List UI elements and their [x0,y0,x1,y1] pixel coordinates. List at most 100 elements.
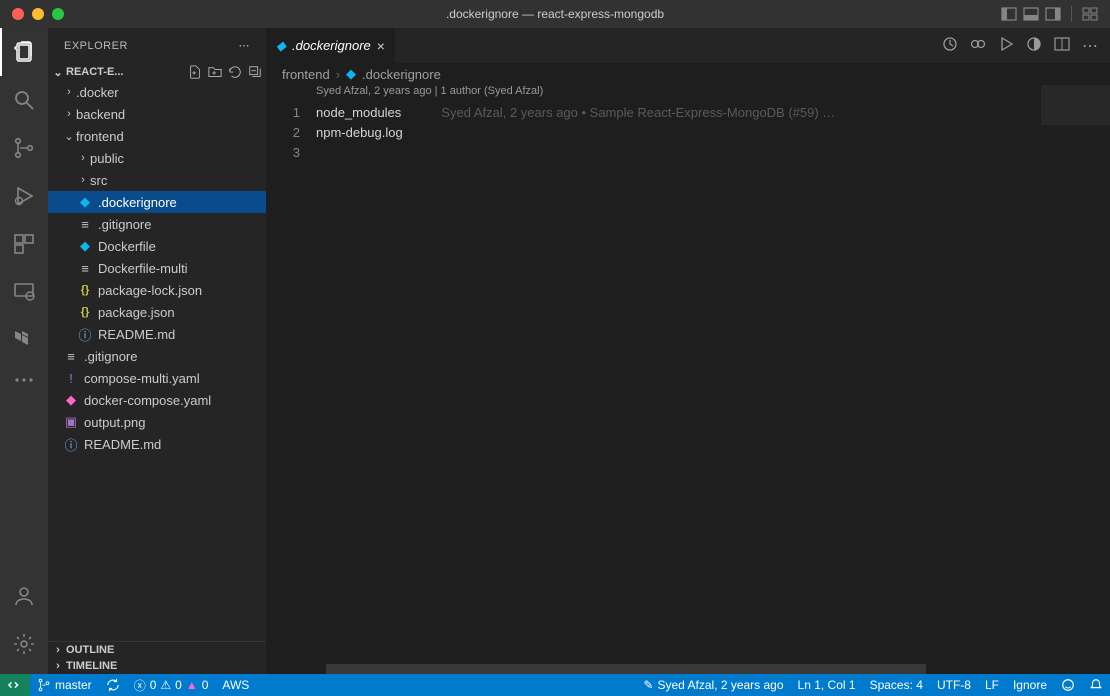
editor-body[interactable]: 1 2 3 Syed Afzal, 2 years ago | 1 author… [266,85,1110,664]
info-icon: ⓘ [76,325,94,344]
tree-file-output-png[interactable]: ▣output.png [48,411,266,433]
error-count: 0 [150,678,157,692]
file-icon: ≡ [76,217,94,232]
cursor-position-status[interactable]: Ln 1, Col 1 [791,678,863,692]
remote-indicator[interactable] [0,674,30,696]
warning-count: 0 [175,678,182,692]
accounts-activity[interactable] [0,572,48,620]
history-icon[interactable] [942,36,958,56]
source-control-activity[interactable] [0,124,48,172]
image-icon: ▣ [62,414,80,430]
breadcrumb-seg[interactable]: .dockerignore [362,67,441,82]
aws-status[interactable]: AWS [215,674,256,696]
explorer-activity[interactable] [0,28,48,76]
toggle-panel-icon[interactable] [1023,6,1039,22]
tree-file-root-gitignore[interactable]: ≡.gitignore [48,345,266,367]
close-window-button[interactable] [12,8,24,20]
git-branch-status[interactable]: master [30,674,99,696]
timeline-label: TIMELINE [66,660,117,672]
scrollbar-thumb[interactable] [326,664,926,674]
tree-file-root-readme[interactable]: ⓘREADME.md [48,433,266,455]
project-section-header[interactable]: ⌄ REACT-E... [48,63,266,81]
line-number: 3 [266,143,300,163]
search-activity[interactable] [0,76,48,124]
minimap[interactable] [1040,85,1110,664]
tree-file-dockerfile-multi[interactable]: ≡Dockerfile-multi [48,257,266,279]
chevron-right-icon: › [52,644,64,656]
terraform-activity[interactable] [0,316,48,364]
activity-bar [0,28,48,674]
editor-tab[interactable]: ◆ .dockerignore × [266,28,395,63]
split-editor-icon[interactable] [1054,36,1070,56]
tree-file-docker-compose[interactable]: ◆docker-compose.yaml [48,389,266,411]
tree-file-compose-multi[interactable]: !compose-multi.yaml [48,367,266,389]
window-title: .dockerignore — react-express-mongodb [446,7,664,21]
toggle-primary-sidebar-icon[interactable] [1001,6,1017,22]
inline-blame: Syed Afzal, 2 years ago • Sample React-E… [441,105,835,120]
extensions-activity[interactable] [0,220,48,268]
tree-folder-frontend[interactable]: ⌄frontend [48,125,266,147]
tree-file-package[interactable]: {}package.json [48,301,266,323]
encoding-status[interactable]: UTF-8 [930,678,978,692]
settings-activity[interactable] [0,620,48,668]
sidebar-header: EXPLORER ⋯ [48,28,266,63]
tree-folder-docker[interactable]: ›.docker [48,81,266,103]
run-icon[interactable] [998,36,1014,56]
line-number-gutter: 1 2 3 [266,85,316,664]
divider [1071,6,1072,22]
timeline-section[interactable]: ›TIMELINE [48,658,266,674]
code-text [316,143,1040,163]
breadcrumb-seg[interactable]: frontend [282,67,330,82]
eol-status[interactable]: LF [978,678,1006,692]
horizontal-scrollbar[interactable] [266,664,1110,674]
statusbar: master ⓧ0 ⚠0 ▲0 AWS ✎Syed Afzal, 2 years… [0,674,1110,696]
minimap-slider[interactable] [1041,85,1110,125]
chevron-down-icon: ⌄ [52,66,64,79]
explorer-more-icon[interactable]: ⋯ [239,39,251,52]
notifications-icon[interactable] [1082,678,1110,692]
tree-folder-backend[interactable]: ›backend [48,103,266,125]
sync-status[interactable] [99,674,127,696]
breadcrumbs[interactable]: frontend › ◆ .dockerignore [266,63,1110,85]
code-content[interactable]: Syed Afzal, 2 years ago | 1 author (Syed… [316,85,1040,664]
new-folder-icon[interactable] [208,65,222,79]
minimize-window-button[interactable] [32,8,44,20]
maximize-window-button[interactable] [52,8,64,20]
tree-folder-public[interactable]: ›public [48,147,266,169]
indentation-status[interactable]: Spaces: 4 [863,678,930,692]
tree-file-dockerignore[interactable]: ◆.dockerignore [48,191,266,213]
yaml-icon: ! [62,371,80,386]
editor-actions: ⋯ [942,36,1110,56]
collapse-all-icon[interactable] [248,65,262,79]
toggle-icon[interactable] [1026,36,1042,56]
toggle-secondary-sidebar-icon[interactable] [1045,6,1061,22]
chevron-right-icon: › [336,67,340,82]
tree-file-readme[interactable]: ⓘREADME.md [48,323,266,345]
refresh-icon[interactable] [228,65,242,79]
more-activity[interactable] [0,364,48,396]
close-tab-icon[interactable]: × [377,38,385,54]
more-editor-actions-icon[interactable]: ⋯ [1082,36,1098,56]
new-file-icon[interactable] [188,65,202,79]
language-mode-status[interactable]: Ignore [1006,678,1054,692]
chevron-down-icon: ⌄ [62,130,76,143]
tree-file-package-lock[interactable]: {}package-lock.json [48,279,266,301]
sidebar: EXPLORER ⋯ ⌄ REACT-E... ›.docker ›backen… [48,28,266,674]
tree-folder-src[interactable]: ›src [48,169,266,191]
json-icon: {} [76,306,94,318]
compose-icon: ◆ [62,392,80,408]
line-number: 1 [266,103,300,123]
tree-file-gitignore[interactable]: ≡.gitignore [48,213,266,235]
problems-status[interactable]: ⓧ0 ⚠0 ▲0 [127,674,216,696]
outline-label: OUTLINE [66,644,114,656]
codelens-authors[interactable]: Syed Afzal, 2 years ago | 1 author (Syed… [316,85,1040,103]
feedback-icon[interactable] [1054,678,1082,692]
blame-status[interactable]: ✎Syed Afzal, 2 years ago [636,678,790,692]
run-debug-activity[interactable] [0,172,48,220]
outline-section[interactable]: ›OUTLINE [48,642,266,658]
compare-icon[interactable] [970,36,986,56]
tree-file-dockerfile[interactable]: ◆Dockerfile [48,235,266,257]
project-name: REACT-E... [66,66,123,78]
customize-layout-icon[interactable] [1082,6,1098,22]
remote-explorer-activity[interactable] [0,268,48,316]
